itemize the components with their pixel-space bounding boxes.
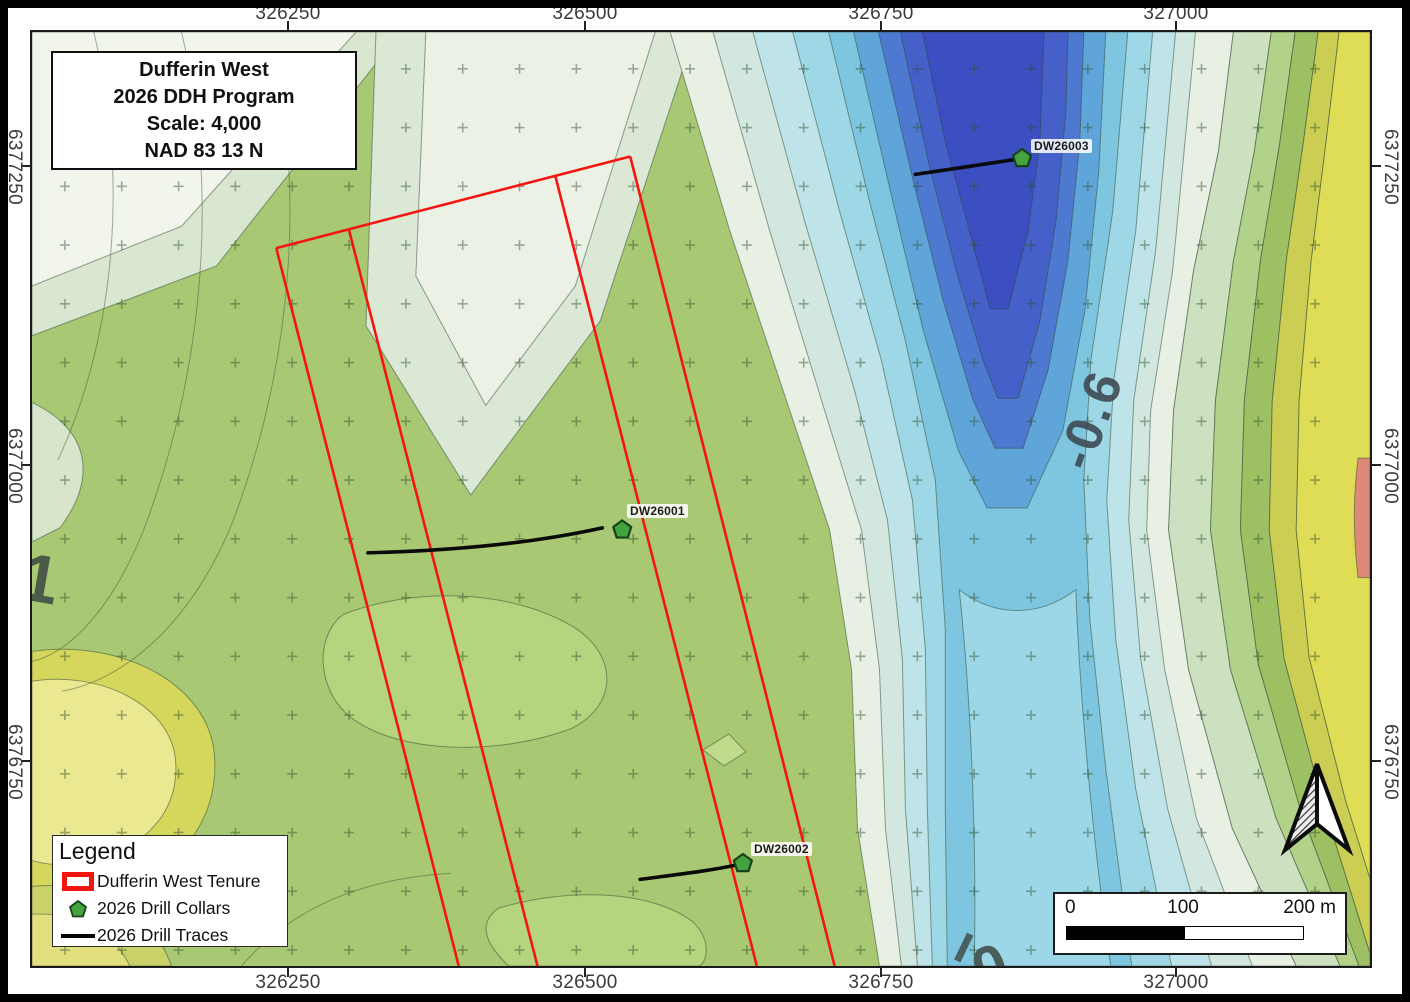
legend-item-label: 2026 Drill Traces xyxy=(97,925,228,946)
contour-field: -0.6 1 0 xyxy=(32,32,1370,966)
legend: Legend Dufferin West Tenure 2026 Drill C… xyxy=(52,835,288,947)
scale-bar: 0 100 200 m xyxy=(1053,892,1347,955)
axis-label-top: 326750 xyxy=(836,3,926,25)
axis-label-right: 6377250 xyxy=(1379,122,1401,212)
collar-swatch xyxy=(59,900,97,918)
drill-label-dw26001: DW26001 xyxy=(627,504,688,518)
pentagon-icon xyxy=(69,900,87,918)
axis-label-bottom: 327000 xyxy=(1131,972,1221,994)
legend-item-traces: 2026 Drill Traces xyxy=(59,922,287,949)
axis-label-left: 6377000 xyxy=(3,421,25,511)
axis-label-left: 6377250 xyxy=(3,122,25,212)
drill-label-dw26002: DW26002 xyxy=(751,842,812,856)
legend-item-collars: 2026 Drill Collars xyxy=(59,895,287,922)
axis-label-left: 6376750 xyxy=(3,717,25,807)
legend-item-tenure: Dufferin West Tenure xyxy=(59,868,287,895)
axis-label-top: 326250 xyxy=(243,3,333,25)
scale-bar-end: 200 m xyxy=(1283,897,1336,919)
map-canvas: -0.6 1 0 xyxy=(30,30,1372,968)
salmon-high-zone xyxy=(1354,458,1370,577)
legend-item-label: Dufferin West Tenure xyxy=(97,871,260,892)
drill-label-dw26003: DW26003 xyxy=(1031,139,1092,153)
map-title-line: NAD 83 13 N xyxy=(53,138,355,165)
axis-label-bottom: 326500 xyxy=(540,972,630,994)
map-title-line: Dufferin West xyxy=(53,57,355,84)
axis-label-top: 326500 xyxy=(540,3,630,25)
trace-swatch xyxy=(59,934,97,938)
scale-bar-graphic xyxy=(1066,926,1304,940)
north-arrow-icon xyxy=(1280,760,1354,856)
axis-label-bottom: 326250 xyxy=(243,972,333,994)
legend-item-label: 2026 Drill Collars xyxy=(97,898,230,919)
map-page: -0.6 1 0 DW26001 DW26002 DW26003 xyxy=(0,0,1410,1002)
map-title-line: Scale: 4,000 xyxy=(53,111,355,138)
axis-label-right: 6377000 xyxy=(1379,421,1401,511)
scale-bar-mid: 100 xyxy=(1167,897,1199,919)
axis-label-right: 6376750 xyxy=(1379,717,1401,807)
tenure-swatch xyxy=(59,872,97,891)
axis-label-bottom: 326750 xyxy=(836,972,926,994)
map-title-box: Dufferin West 2026 DDH Program Scale: 4,… xyxy=(51,51,357,170)
axis-label-top: 327000 xyxy=(1131,3,1221,25)
map-title-line: 2026 DDH Program xyxy=(53,84,355,111)
legend-title: Legend xyxy=(59,838,287,865)
scale-bar-start: 0 xyxy=(1065,897,1076,919)
